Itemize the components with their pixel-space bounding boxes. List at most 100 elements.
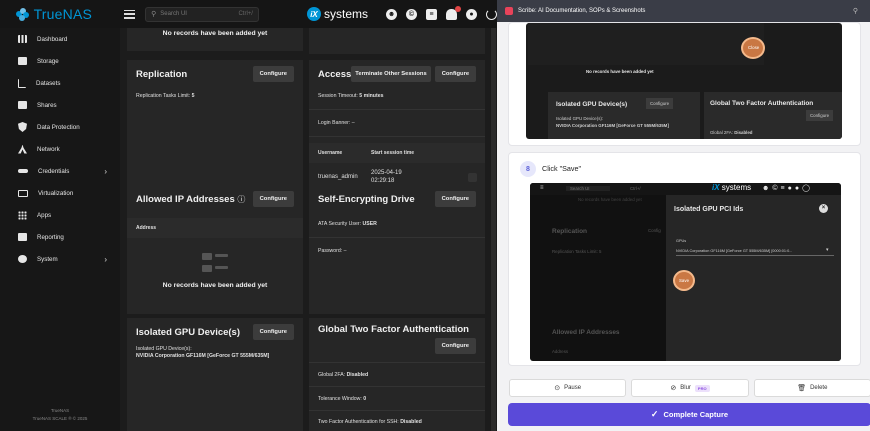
truenas-window: TrueNAS ⚲ Search UI Ctrl+/ iX systems ☻ … bbox=[0, 0, 497, 431]
sidebar-item-label: Credentials bbox=[38, 167, 70, 175]
complete-capture-button[interactable]: ✓ Complete Capture bbox=[508, 403, 870, 426]
ix-systems-logo[interactable]: iX systems bbox=[306, 7, 368, 21]
global-2fa: Global 2FA: Disabled bbox=[309, 372, 485, 378]
sidebar-item-label: Storage bbox=[37, 57, 59, 65]
card-title: Replication bbox=[136, 68, 188, 80]
address-column-header: Address bbox=[127, 218, 303, 238]
sidebar-item-label: Reporting bbox=[37, 233, 64, 241]
help-icon[interactable]: ⓘ bbox=[237, 195, 245, 204]
top-bar: TrueNAS ⚲ Search UI Ctrl+/ iX systems ☻ … bbox=[0, 0, 497, 28]
chevron-right-icon: › bbox=[104, 254, 107, 264]
login-banner: Login Banner: – bbox=[309, 120, 485, 126]
storage-icon bbox=[18, 57, 27, 65]
step-7-screenshot[interactable]: Close No records have been added yet Iso… bbox=[526, 23, 842, 139]
shares-folder-icon bbox=[18, 101, 27, 109]
sidebar-item-network[interactable]: Network bbox=[0, 138, 120, 160]
sed-password: Password: – bbox=[309, 248, 485, 254]
col-username: Username bbox=[318, 150, 343, 156]
col-start-time: Start session time bbox=[371, 150, 415, 156]
sessions-table-header: Username Start session time bbox=[309, 143, 485, 163]
replication-configure-button[interactable]: Configure bbox=[252, 66, 294, 82]
allowed-ip-configure-button[interactable]: Configure bbox=[252, 191, 294, 207]
sidebar-item-label: Apps bbox=[37, 211, 52, 219]
session-time: 02:29:18 bbox=[371, 178, 395, 184]
sidebar-item-credentials[interactable]: Credentials › bbox=[0, 160, 120, 182]
sidebar-item-system[interactable]: System › bbox=[0, 248, 120, 270]
step-card-8: 8 Click "Save" ≡ Search UI Ctrl+/ iX sys… bbox=[508, 152, 861, 366]
access-configure-button[interactable]: Configure bbox=[434, 66, 477, 82]
terminate-sessions-button[interactable]: Terminate Other Sessions bbox=[351, 66, 431, 82]
mini-config: Config bbox=[648, 228, 661, 233]
password-label: Password: bbox=[318, 248, 343, 254]
sidebar-item-label: Virtualization bbox=[38, 189, 74, 197]
gpu-configure-button: Configure bbox=[646, 98, 674, 109]
pause-button[interactable]: ⊙ Pause bbox=[509, 379, 627, 397]
empty-message: No records have been added yet bbox=[162, 30, 268, 37]
blur-button[interactable]: ⊘ Blur PRO bbox=[631, 379, 749, 397]
datasets-icon bbox=[18, 78, 26, 88]
mini-allowed-ip: Allowed IP Addresses bbox=[552, 329, 620, 336]
sidebar-item-dashboard[interactable]: Dashboard bbox=[0, 28, 120, 50]
sidebar-item-shares[interactable]: Shares bbox=[0, 94, 120, 116]
sidebar-item-data-protection[interactable]: Data Protection bbox=[0, 116, 120, 138]
isolated-gpu-configure-button[interactable]: Configure bbox=[252, 324, 294, 340]
search-placeholder: Search UI bbox=[160, 11, 187, 17]
reporting-chart-icon bbox=[18, 233, 27, 241]
chevron-right-icon: › bbox=[104, 166, 107, 176]
sidebar-item-storage[interactable]: Storage bbox=[0, 50, 120, 72]
scribe-panel: Scribe: AI Documentation, SOPs & Screens… bbox=[497, 0, 870, 431]
ix-logo-icon: iX bbox=[306, 7, 321, 21]
gpu-dialog: Isolated GPU PCI Ids × GPUs NVIDIA Corpo… bbox=[666, 195, 841, 361]
isolated-gpu-card: Isolated GPU Device(s) Configure Isolate… bbox=[127, 318, 303, 431]
top-left-card: No records have been added yet bbox=[127, 28, 303, 51]
mini-toolbar-icons: ☻©≡●●◯ bbox=[762, 185, 813, 192]
sidebar-item-datasets[interactable]: Datasets bbox=[0, 72, 120, 94]
ix-feedback-icon[interactable]: © bbox=[406, 8, 417, 20]
sidebar-item-label: Shares bbox=[37, 101, 57, 109]
pin-icon[interactable]: ⚲ bbox=[853, 7, 858, 15]
alerts-bell-icon[interactable] bbox=[446, 5, 461, 20]
sidebar-item-label: Dashboard bbox=[37, 35, 68, 43]
card-title: Access bbox=[318, 68, 352, 80]
sidebar: Dashboard Storage Datasets Shares Data P… bbox=[0, 28, 120, 431]
gpu-value: NVIDIA Corporation GF116M [GeForce GT 55… bbox=[136, 353, 270, 359]
gpu-title: Isolated GPU Device(s) bbox=[556, 101, 628, 108]
truecommand-icon[interactable]: ☻ bbox=[386, 8, 397, 20]
two-factor-configure-button[interactable]: Configure bbox=[434, 338, 476, 354]
step-card-7: Close No records have been added yet Iso… bbox=[508, 22, 861, 146]
task-manager-icon[interactable]: ≡ bbox=[426, 8, 437, 20]
mini-brand-text: systems bbox=[721, 183, 752, 192]
shield-icon bbox=[18, 122, 27, 132]
ata-value: USER bbox=[362, 221, 377, 227]
card-title: Global Two Factor Authentication bbox=[318, 324, 469, 335]
card-title: Isolated GPU Device(s) bbox=[136, 326, 241, 338]
mini-search: Search UI bbox=[566, 186, 610, 191]
save-label: Save bbox=[679, 278, 690, 283]
session-timeout: Session Timeout: 5 minutes bbox=[309, 93, 485, 99]
allowed-ip-title: Allowed IP Addresses ⓘ bbox=[136, 194, 245, 205]
power-icon[interactable] bbox=[486, 8, 497, 20]
step-8-screenshot[interactable]: ≡ Search UI Ctrl+/ iX systems ☻©≡●●◯ No … bbox=[530, 183, 841, 361]
sed-configure-button[interactable]: Configure bbox=[434, 191, 476, 207]
truenas-logo[interactable]: TrueNAS bbox=[0, 6, 108, 22]
session-user: truenas_admin bbox=[318, 174, 358, 180]
replication-limit-label: Replication Tasks Limit: bbox=[136, 93, 191, 99]
sidebar-item-reporting[interactable]: Reporting bbox=[0, 226, 120, 248]
ix-brand-text: systems bbox=[323, 7, 368, 21]
trash-icon: 🗑 bbox=[797, 385, 807, 392]
pro-badge: PRO bbox=[694, 384, 710, 392]
delete-button[interactable]: 🗑 Delete bbox=[753, 379, 870, 397]
terminate-session-icon[interactable] bbox=[468, 172, 477, 182]
menu-toggle-icon[interactable] bbox=[123, 9, 136, 19]
main-scrollbar[interactable] bbox=[490, 28, 497, 431]
search-input[interactable]: ⚲ Search UI Ctrl+/ bbox=[145, 6, 259, 22]
isolated-gpu-info: Isolated GPU Device(s): NVIDIA Corporati… bbox=[127, 346, 303, 360]
alerts-badge bbox=[455, 5, 461, 12]
sidebar-item-label: System bbox=[37, 255, 58, 263]
user-account-icon[interactable]: ● bbox=[466, 8, 477, 20]
sidebar-item-virtualization[interactable]: Virtualization bbox=[0, 182, 120, 204]
sidebar-item-apps[interactable]: Apps bbox=[0, 204, 120, 226]
sidebar-item-label: Network bbox=[37, 145, 60, 153]
card-title: Allowed IP Addresses bbox=[136, 193, 235, 205]
step-description[interactable]: Click "Save" bbox=[542, 164, 581, 173]
